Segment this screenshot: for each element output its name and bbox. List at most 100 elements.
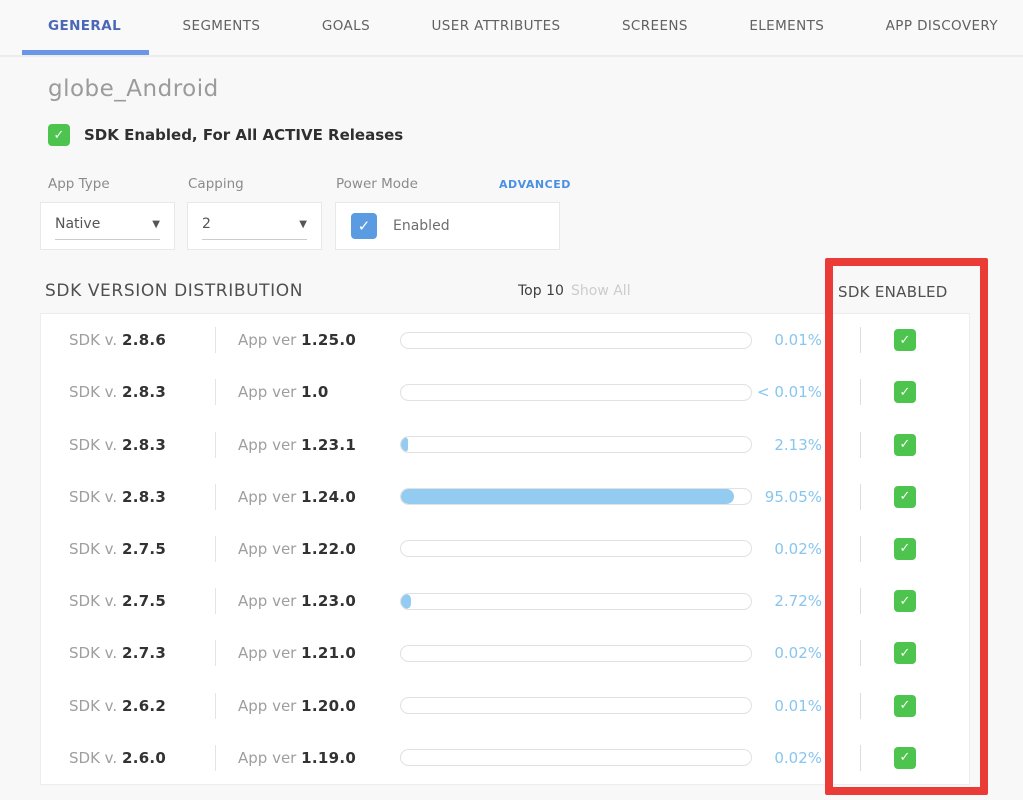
power-mode-field: ✓ Enabled: [335, 202, 560, 250]
distribution-bar: [400, 697, 752, 714]
row-sdk-enabled-checkbox[interactable]: ✓: [894, 695, 916, 717]
percent-value: 0.02%: [752, 749, 822, 767]
sdk-version-value: 2.8.3: [122, 436, 166, 454]
capping-value: 2: [202, 216, 211, 232]
app-version-cell: App ver 1.23.1: [216, 436, 400, 454]
tab-bar-divider: [0, 55, 1023, 57]
table-row: SDK v. 2.7.5 App ver 1.22.0 0.02% ✓: [41, 523, 969, 575]
sdk-version-cell: SDK v. 2.7.5: [69, 592, 215, 610]
sdk-enabled-toggle-row: ✓ SDK Enabled, For All ACTIVE Releases: [48, 124, 403, 146]
table-row: SDK v. 2.6.0 App ver 1.19.0 0.02% ✓: [41, 732, 969, 784]
check-icon: ✓: [900, 334, 911, 347]
percent-value: 0.01%: [752, 331, 822, 349]
app-version-value: 1.0: [301, 383, 328, 401]
app-version-cell: App ver 1.21.0: [216, 644, 400, 662]
column-divider: [860, 484, 861, 510]
sdk-version-label: SDK v.: [69, 383, 117, 401]
tab-elements[interactable]: ELEMENTS: [749, 18, 824, 34]
power-mode-checkbox-label: Enabled: [393, 218, 450, 234]
row-sdk-enabled-checkbox[interactable]: ✓: [894, 381, 916, 403]
row-sdk-enabled-checkbox[interactable]: ✓: [894, 434, 916, 456]
app-version-cell: App ver 1.25.0: [216, 331, 400, 349]
check-icon: ✓: [900, 490, 911, 503]
power-mode-inner: ✓ Enabled: [351, 203, 450, 249]
capping-label: Capping: [188, 176, 244, 192]
check-icon: ✓: [900, 438, 911, 451]
tab-list: GENERAL SEGMENTS GOALS USER ATTRIBUTES SCREE…: [48, 0, 998, 52]
sdk-version-label: SDK v.: [69, 540, 117, 558]
app-version-cell: App ver 1.19.0: [216, 749, 400, 767]
check-icon: ✓: [358, 219, 371, 234]
app-version-label: App ver: [238, 383, 296, 401]
table-row: SDK v. 2.8.6 App ver 1.25.0 0.01% ✓: [41, 314, 969, 366]
app-version-value: 1.22.0: [301, 540, 356, 558]
app-version-label: App ver: [238, 697, 296, 715]
percent-value: 0.02%: [752, 644, 822, 662]
row-sdk-enabled-checkbox[interactable]: ✓: [894, 747, 916, 769]
distribution-bar: [400, 749, 752, 766]
sdk-version-cell: SDK v. 2.8.3: [69, 436, 215, 454]
column-divider: [860, 432, 861, 458]
column-divider: [860, 536, 861, 562]
table-row: SDK v. 2.8.3 App ver 1.23.1 2.13% ✓: [41, 418, 969, 470]
sdk-version-cell: SDK v. 2.7.5: [69, 540, 215, 558]
distribution-bar-fill: [401, 489, 734, 504]
sdk-enabled-column-header: SDK ENABLED: [838, 283, 948, 301]
check-icon: ✓: [900, 751, 911, 764]
app-version-cell: App ver 1.0: [216, 383, 400, 401]
percent-value: 95.05%: [752, 488, 822, 506]
column-divider: [860, 588, 861, 614]
app-version-label: App ver: [238, 749, 296, 767]
tab-goals[interactable]: GOALS: [322, 18, 370, 34]
app-version-label: App ver: [238, 488, 296, 506]
app-type-label: App Type: [48, 176, 110, 192]
power-mode-checkbox[interactable]: ✓: [351, 213, 377, 239]
check-icon: ✓: [900, 647, 911, 660]
row-sdk-enabled-checkbox[interactable]: ✓: [894, 486, 916, 508]
row-sdk-enabled-checkbox[interactable]: ✓: [894, 329, 916, 351]
capping-dropdown[interactable]: 2 ▼: [202, 209, 307, 240]
advanced-link[interactable]: ADVANCED: [499, 178, 563, 191]
row-sdk-enabled-checkbox[interactable]: ✓: [894, 590, 916, 612]
row-sdk-enabled-checkbox[interactable]: ✓: [894, 642, 916, 664]
tab-general[interactable]: GENERAL: [48, 18, 121, 34]
chevron-down-icon: ▼: [299, 219, 307, 230]
tab-bar: GENERAL SEGMENTS GOALS USER ATTRIBUTES SCREE…: [0, 0, 1023, 57]
sdk-enabled-checkbox[interactable]: ✓: [48, 124, 70, 146]
tab-user-attributes[interactable]: USER ATTRIBUTES: [432, 18, 561, 34]
check-icon: ✓: [900, 386, 911, 399]
tab-screens[interactable]: SCREENS: [622, 18, 688, 34]
sdk-version-label: SDK v.: [69, 592, 117, 610]
table-row: SDK v. 2.7.5 App ver 1.23.0 2.72% ✓: [41, 575, 969, 627]
chevron-down-icon: ▼: [152, 219, 160, 230]
filter-top-10[interactable]: Top 10: [518, 283, 564, 299]
app-root: GENERAL SEGMENTS GOALS USER ATTRIBUTES SCREE…: [0, 0, 1023, 800]
sdk-version-label: SDK v.: [69, 749, 117, 767]
distribution-bar: [400, 645, 752, 662]
percent-value: 2.13%: [752, 436, 822, 454]
percent-value: 2.72%: [752, 592, 822, 610]
check-icon: ✓: [54, 129, 65, 142]
percent-value: 0.01%: [752, 697, 822, 715]
app-version-label: App ver: [238, 592, 296, 610]
tab-app-discovery[interactable]: APP DISCOVERY: [886, 18, 998, 34]
filter-show-all[interactable]: Show All: [571, 283, 631, 299]
tab-segments[interactable]: SEGMENTS: [183, 18, 261, 34]
check-icon: ✓: [900, 542, 911, 555]
distribution-bar-fill: [401, 594, 411, 609]
app-version-label: App ver: [238, 331, 296, 349]
app-version-value: 1.20.0: [301, 697, 356, 715]
percent-value: < 0.01%: [752, 383, 822, 401]
check-icon: ✓: [900, 595, 911, 608]
app-type-field: Native ▼: [40, 202, 175, 250]
row-sdk-enabled-checkbox[interactable]: ✓: [894, 538, 916, 560]
sdk-version-value: 2.6.0: [122, 749, 166, 767]
app-version-value: 1.19.0: [301, 749, 356, 767]
app-type-value: Native: [55, 216, 100, 232]
distribution-bar-fill: [401, 437, 408, 452]
sdk-version-value: 2.8.3: [122, 488, 166, 506]
app-version-cell: App ver 1.20.0: [216, 697, 400, 715]
app-type-dropdown[interactable]: Native ▼: [55, 209, 160, 240]
sdk-version-table: SDK v. 2.8.6 App ver 1.25.0 0.01% ✓ SDK …: [40, 313, 970, 785]
app-version-label: App ver: [238, 644, 296, 662]
